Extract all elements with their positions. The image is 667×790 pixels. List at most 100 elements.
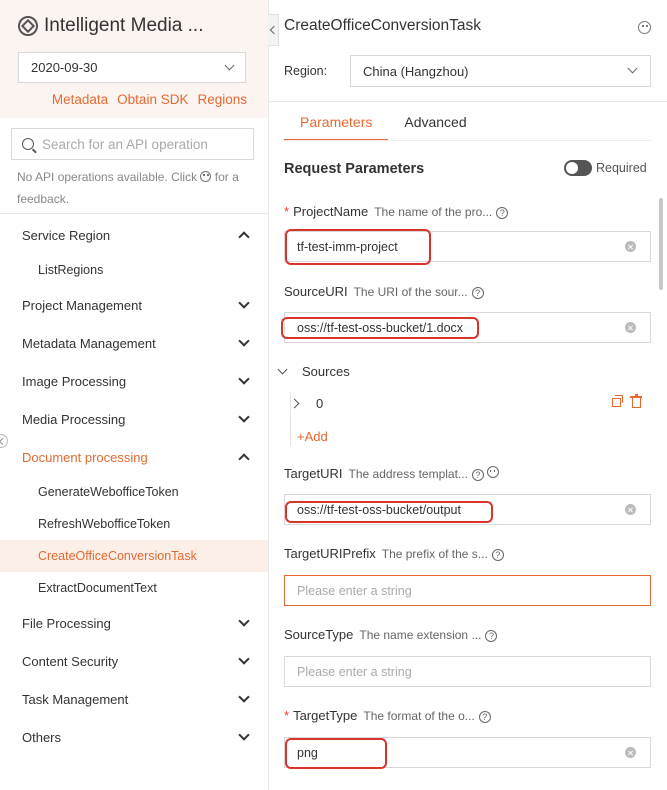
chevron-down-icon — [627, 63, 638, 74]
chevron-down-icon — [238, 335, 250, 347]
api-search[interactable] — [11, 128, 254, 160]
targeturiprefix-input[interactable]: Please enter a string — [284, 575, 651, 606]
nav-label: Image Processing — [22, 373, 127, 389]
nav-label: Service Region — [22, 227, 111, 243]
targettype-input[interactable]: png — [284, 737, 651, 768]
no-api-message: No API operations available. Click for a… — [17, 166, 252, 210]
tab-parameters[interactable]: Parameters — [284, 105, 389, 141]
tab-advanced[interactable]: Advanced — [388, 105, 482, 141]
region-label: Region: — [284, 64, 328, 78]
sources-item-index: 0 — [316, 396, 324, 411]
nav-group-media-processing[interactable]: Media Processing — [0, 403, 268, 435]
sourceuri-input[interactable]: oss://tf-test-oss-bucket/1.docx — [284, 312, 651, 343]
app-title-wrap: Intelligent Media ... — [18, 15, 203, 37]
field-name: ProjectName — [293, 204, 369, 219]
nav-group-task-management[interactable]: Task Management — [0, 683, 268, 715]
nav-label: Project Management — [22, 297, 142, 313]
api-title: CreateOfficeConversionTask — [284, 17, 481, 34]
version-select[interactable]: 2020-09-30 — [18, 52, 246, 83]
sourcetype-input[interactable]: Please enter a string — [284, 656, 651, 687]
help-icon[interactable]: ? — [471, 287, 484, 299]
chevron-down-icon — [238, 653, 250, 665]
sources-label: Sources — [302, 364, 350, 379]
field-desc: The address templat... — [348, 467, 468, 481]
targeturiprefix-label: TargetURIPrefix The prefix of the s...? — [284, 546, 504, 561]
copy-icon[interactable] — [612, 395, 623, 407]
clear-icon[interactable] — [625, 504, 636, 515]
field-name: SourceURI — [284, 284, 348, 299]
input-value: tf-test-imm-project — [297, 240, 398, 254]
vertical-scrollbar[interactable] — [659, 198, 663, 290]
obtain-sdk-link[interactable]: Obtain SDK — [117, 92, 188, 107]
field-name: TargetURIPrefix — [284, 546, 376, 561]
metadata-link[interactable]: Metadata — [52, 92, 108, 107]
feedback-face-icon[interactable] — [638, 21, 651, 34]
nav-group-file-processing[interactable]: File Processing — [0, 607, 268, 639]
help-icon[interactable]: ? — [478, 711, 491, 723]
nav-label: Content Security — [22, 653, 119, 669]
chevron-up-icon — [238, 453, 250, 465]
field-desc: The URI of the sour... — [353, 285, 468, 299]
nav-item-createofficeconversiontask[interactable]: CreateOfficeConversionTask — [0, 540, 268, 572]
projectname-label: * ProjectName The name of the pro...? — [284, 204, 509, 219]
nav-group-others[interactable]: Others — [0, 721, 268, 753]
nav-label: ExtractDocumentText — [38, 581, 157, 595]
chevron-down-icon — [277, 364, 288, 375]
header-links: Metadata Obtain SDK Regions — [52, 92, 247, 107]
add-source-button[interactable]: +Add — [297, 429, 328, 444]
region-select[interactable]: China (Hangzhou) — [350, 55, 651, 87]
feedback-face-icon[interactable] — [200, 171, 212, 182]
feedback-face-icon[interactable] — [486, 466, 499, 478]
clear-icon[interactable] — [625, 241, 636, 252]
nav-label: RefreshWebofficeToken — [38, 517, 171, 531]
nav-label: CreateOfficeConversionTask — [38, 549, 197, 563]
chevron-down-icon — [238, 615, 250, 627]
sources-item-0[interactable]: 0 — [289, 396, 324, 411]
field-desc: The prefix of the s... — [381, 547, 488, 561]
nav-item-generatewebofficetoken[interactable]: GenerateWebofficeToken — [0, 476, 268, 508]
nav-item-listregions[interactable]: ListRegions — [0, 254, 268, 286]
trash-icon[interactable] — [630, 394, 642, 408]
help-icon[interactable]: ? — [491, 549, 504, 561]
api-search-input[interactable] — [42, 136, 242, 152]
tab-bar: Parameters Advanced — [284, 105, 483, 141]
field-name: TargetURI — [284, 466, 343, 481]
sidebar-header: Intelligent Media ... 2020-09-30 Metadat… — [0, 0, 268, 118]
input-placeholder: Please enter a string — [297, 665, 412, 679]
sidebar-divider — [0, 213, 268, 214]
help-icon[interactable]: ? — [496, 207, 509, 219]
nav-group-metadata-management[interactable]: Metadata Management — [0, 327, 268, 359]
targeturi-input[interactable]: oss://tf-test-oss-bucket/output — [284, 494, 651, 525]
request-parameters-title: Request Parameters — [284, 161, 425, 177]
projectname-input[interactable]: tf-test-imm-project — [284, 231, 651, 262]
nav-group-service-region[interactable]: Service Region — [0, 219, 268, 251]
sources-group[interactable]: Sources — [277, 364, 350, 379]
nav-group-content-security[interactable]: Content Security — [0, 645, 268, 677]
nav-item-extractdocumenttext[interactable]: ExtractDocumentText — [0, 572, 268, 604]
product-logo-icon — [18, 16, 38, 36]
nav-group-document-processing[interactable]: Document processing — [0, 441, 268, 473]
required-toggle-label: Required — [596, 161, 647, 175]
no-api-text: No API operations available. Click — [17, 170, 198, 184]
chevron-right-icon — [289, 398, 300, 409]
required-toggle[interactable] — [564, 160, 592, 176]
nav-label: GenerateWebofficeToken — [38, 485, 179, 499]
input-value: oss://tf-test-oss-bucket/1.docx — [297, 321, 464, 335]
help-icon[interactable]: ? — [485, 630, 498, 642]
field-name: SourceType — [284, 627, 354, 642]
nav-group-project-management[interactable]: Project Management — [0, 289, 268, 321]
clear-icon[interactable] — [625, 322, 636, 333]
input-value: png — [297, 746, 318, 760]
chevron-down-icon — [238, 729, 250, 741]
targettype-label: * TargetType The format of the o...? — [284, 708, 491, 723]
clear-icon[interactable] — [625, 747, 636, 758]
regions-link[interactable]: Regions — [197, 92, 247, 107]
nav-item-refreshwebofficetoken[interactable]: RefreshWebofficeToken — [0, 508, 268, 540]
nav-group-image-processing[interactable]: Image Processing — [0, 365, 268, 397]
api-debug-panel: CreateOfficeConversionTask Region: China… — [269, 0, 667, 790]
help-icon[interactable]: ? — [471, 469, 484, 481]
sidebar: Intelligent Media ... 2020-09-30 Metadat… — [0, 0, 268, 790]
nav-label: Metadata Management — [22, 335, 156, 351]
chevron-down-icon — [238, 691, 250, 703]
search-icon — [22, 138, 34, 150]
